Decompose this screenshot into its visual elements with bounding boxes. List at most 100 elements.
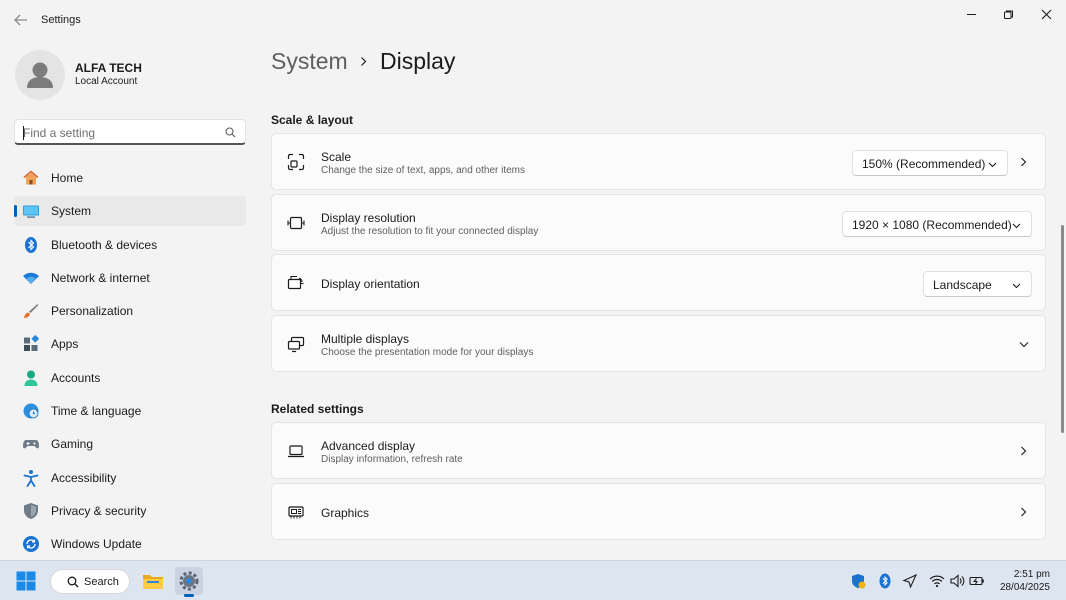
sidebar-item-windows-update[interactable]: Windows Update xyxy=(14,529,246,559)
bluetooth-icon[interactable] xyxy=(877,573,893,589)
sidebar-item-apps[interactable]: Apps xyxy=(14,329,246,359)
chevron-right-icon xyxy=(361,57,367,66)
scale-icon xyxy=(287,153,305,171)
display-orientation-card: Display orientation Landscape xyxy=(271,254,1046,311)
chevron-down-icon[interactable] xyxy=(1019,340,1029,349)
settings-app-button[interactable] xyxy=(175,567,203,597)
sidebar-item-label: Windows Update xyxy=(51,537,142,552)
advanced-display-subtitle: Display information, refresh rate xyxy=(321,454,463,465)
multiple-displays-icon xyxy=(287,336,305,353)
orientation-title: Display orientation xyxy=(321,277,420,291)
sidebar-item-label: Accessibility xyxy=(51,470,117,485)
page-title: Display xyxy=(380,48,456,74)
sidebar-item-label: Personalization xyxy=(51,304,134,319)
avatar[interactable] xyxy=(15,50,65,100)
sidebar-item-label: Network & internet xyxy=(51,270,150,285)
sidebar-item-bluetooth[interactable]: Bluetooth & devices xyxy=(14,230,246,260)
accessibility-icon xyxy=(23,469,39,487)
resolution-value: 1920 × 1080 (Recommended) xyxy=(852,218,1012,232)
location-icon[interactable] xyxy=(902,573,918,589)
chevron-down-icon xyxy=(1012,223,1021,229)
clock-time: 2:51 pm xyxy=(1013,569,1050,580)
advanced-display-card[interactable]: Advanced display Display information, re… xyxy=(271,422,1046,479)
taskbar: Search 2:51 pm 28/04/2025 xyxy=(0,560,1066,600)
graphics-title: Graphics xyxy=(321,506,370,520)
gamepad-icon xyxy=(23,440,39,449)
sidebar-item-label: System xyxy=(51,204,92,219)
sidebar-item-accounts[interactable]: Accounts xyxy=(14,363,246,393)
apps-icon xyxy=(24,335,40,352)
resolution-title: Display resolution xyxy=(321,211,416,225)
advanced-display-title: Advanced display xyxy=(321,439,416,453)
minimize-icon xyxy=(966,13,976,15)
orientation-dropdown[interactable]: Landscape xyxy=(923,271,1032,297)
system-icon xyxy=(23,205,39,218)
sidebar-item-label: Time & language xyxy=(51,404,142,419)
folder-icon xyxy=(143,575,163,589)
wifi-icon xyxy=(23,272,39,284)
sidebar-item-accessibility[interactable]: Accessibility xyxy=(14,463,246,493)
windows-start-icon[interactable] xyxy=(16,571,36,591)
scale-subtitle: Change the size of text, apps, and other… xyxy=(321,165,526,176)
close-button[interactable] xyxy=(1032,4,1060,24)
sidebar-item-label: Home xyxy=(51,171,84,185)
breadcrumb-parent[interactable]: System xyxy=(271,48,348,74)
search-icon xyxy=(67,576,79,588)
back-arrow-icon[interactable] xyxy=(12,11,30,29)
battery-charging-icon[interactable] xyxy=(969,573,985,589)
chevron-right-icon[interactable] xyxy=(1019,157,1028,167)
sidebar-item-label: Privacy & security xyxy=(51,503,147,518)
scale-title: Scale xyxy=(321,150,352,164)
sidebar-item-label: Gaming xyxy=(51,437,94,452)
bluetooth-icon xyxy=(25,236,37,253)
sidebar-item-personalization[interactable]: Personalization xyxy=(14,296,246,326)
sidebar-item-network[interactable]: Network & internet xyxy=(14,263,246,293)
chevron-right-icon xyxy=(1021,507,1027,517)
sidebar-item-time-language[interactable]: Time & language xyxy=(14,396,246,426)
close-icon xyxy=(1041,9,1051,19)
gear-icon xyxy=(179,571,199,591)
section-title-related-settings: Related settings xyxy=(271,402,364,416)
taskbar-search-button[interactable]: Search xyxy=(50,569,130,594)
window-title: Settings xyxy=(41,14,81,26)
settings-search-box[interactable] xyxy=(14,119,246,145)
orientation-icon xyxy=(287,275,304,290)
resolution-dropdown[interactable]: 1920 × 1080 (Recommended) xyxy=(842,211,1032,237)
sidebar-item-system[interactable]: System xyxy=(14,196,246,227)
sidebar-item-privacy[interactable]: Privacy & security xyxy=(14,496,246,526)
account-type: Local Account xyxy=(75,76,138,87)
volume-icon[interactable] xyxy=(949,573,965,589)
title-bar: Settings xyxy=(0,0,1066,40)
text-caret xyxy=(23,126,24,140)
file-explorer-button[interactable] xyxy=(139,567,167,595)
security-shield-icon[interactable] xyxy=(850,573,866,589)
laptop-icon xyxy=(288,445,304,458)
resolution-icon xyxy=(287,216,305,230)
scale-value: 150% (Recommended) xyxy=(862,157,986,171)
wifi-icon[interactable] xyxy=(929,573,945,589)
minimize-button[interactable] xyxy=(957,4,985,24)
multiple-displays-card[interactable]: Multiple displays Choose the presentatio… xyxy=(271,315,1046,372)
restore-icon xyxy=(1003,10,1013,19)
scale-card[interactable]: Scale Change the size of text, apps, and… xyxy=(271,133,1046,190)
graphics-card[interactable]: Graphics xyxy=(271,483,1046,540)
update-icon xyxy=(23,536,39,553)
sidebar-item-home[interactable]: Home xyxy=(14,163,246,193)
section-title-scale-layout: Scale & layout xyxy=(271,113,354,127)
breadcrumb: System Display xyxy=(271,48,455,75)
chevron-right-icon xyxy=(1021,446,1027,456)
clock[interactable]: 2:51 pm 28/04/2025 xyxy=(1000,568,1050,594)
chevron-down-icon xyxy=(1012,283,1021,289)
taskbar-search-label: Search xyxy=(84,576,119,588)
search-input[interactable] xyxy=(23,124,213,141)
clock-date: 28/04/2025 xyxy=(999,582,1050,593)
vertical-scrollbar[interactable] xyxy=(1061,225,1064,433)
sidebar-item-gaming[interactable]: Gaming xyxy=(14,429,246,459)
multiple-displays-title: Multiple displays xyxy=(321,332,410,346)
brush-icon xyxy=(24,304,39,319)
scale-dropdown[interactable]: 150% (Recommended) xyxy=(852,150,1008,176)
search-icon[interactable] xyxy=(225,127,236,138)
sidebar-item-label: Accounts xyxy=(51,370,101,385)
restore-button[interactable] xyxy=(994,4,1022,24)
sidebar: ALFA TECH Local Account Home System xyxy=(0,40,262,560)
